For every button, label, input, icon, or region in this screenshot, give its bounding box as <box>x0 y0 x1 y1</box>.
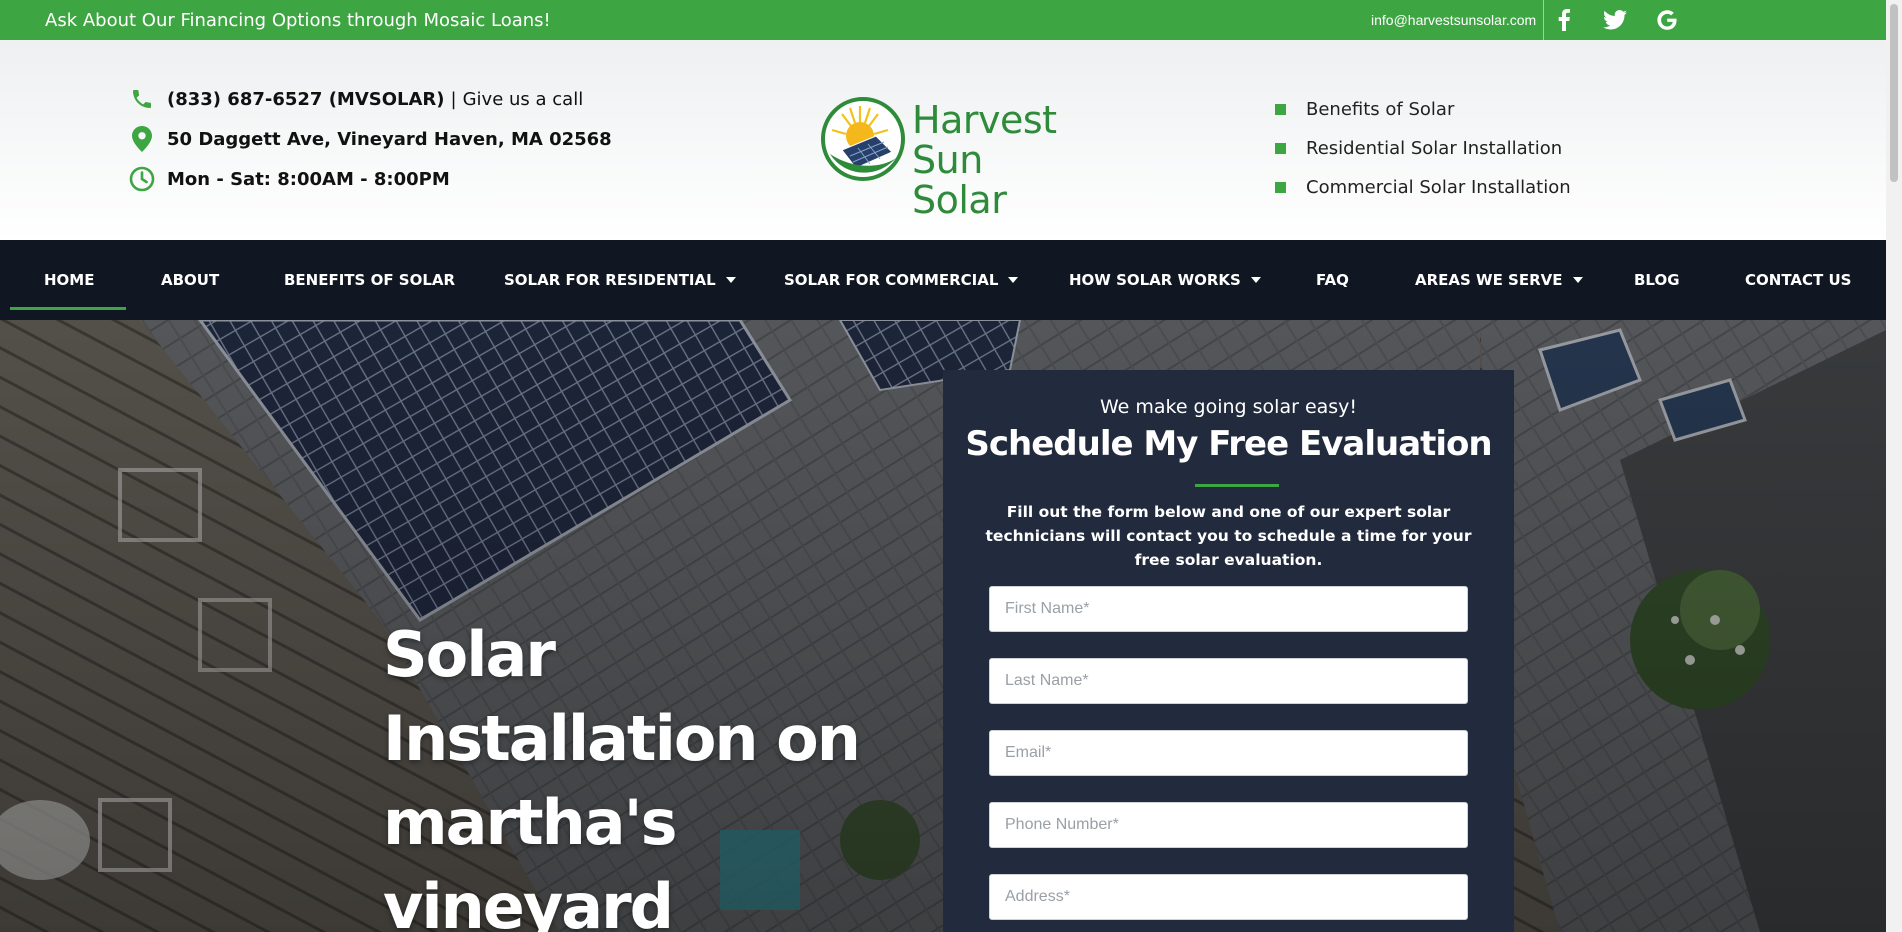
address-text: 50 Daggett Ave, Vineyard Haven, MA 02568 <box>167 128 612 150</box>
heading-underline <box>1195 484 1279 487</box>
nav-label: AREAS WE SERVE <box>1415 271 1563 289</box>
address-input[interactable] <box>989 874 1468 920</box>
bullet-square-icon <box>1275 182 1286 193</box>
quick-link-residential[interactable]: Residential Solar Installation <box>1275 129 1571 168</box>
nav-item-areas-we-serve[interactable]: AREAS WE SERVE <box>1415 271 1583 289</box>
hours-row: Mon - Sat: 8:00AM - 8:00PM <box>129 166 450 192</box>
google-icon[interactable] <box>1655 8 1679 32</box>
nav-item-about[interactable]: ABOUT <box>161 271 219 289</box>
logo-line-1: Harvest <box>912 98 1057 142</box>
sun-panel-logo-icon <box>821 97 905 181</box>
bullet-square-icon <box>1275 143 1286 154</box>
nav-label: SOLAR FOR COMMERCIAL <box>784 271 999 289</box>
phone-subtext: Give us a call <box>462 88 584 110</box>
email-link[interactable]: info@harvestsunsolar.com <box>1371 12 1536 28</box>
quick-link-label: Benefits of Solar <box>1306 99 1455 120</box>
nav-label: FAQ <box>1316 271 1349 289</box>
bullet-square-icon <box>1275 104 1286 115</box>
financing-promo[interactable]: Ask About Our Financing Options through … <box>45 10 551 31</box>
form-heading: Schedule My Free Evaluation <box>965 424 1492 464</box>
nav-item-faq[interactable]: FAQ <box>1316 271 1349 289</box>
email-input[interactable] <box>989 730 1468 776</box>
top-bar: Ask About Our Financing Options through … <box>0 0 1886 40</box>
quick-link-commercial[interactable]: Commercial Solar Installation <box>1275 168 1571 207</box>
phone-separator: | <box>450 88 457 110</box>
nav-item-contact-us[interactable]: CONTACT US <box>1745 271 1851 289</box>
header-quick-links: Benefits of Solar Residential Solar Inst… <box>1275 90 1571 207</box>
clock-icon <box>129 166 155 192</box>
nav-item-how-solar-works[interactable]: HOW SOLAR WORKS <box>1069 271 1261 289</box>
caret-down-icon <box>1008 277 1019 283</box>
nav-item-solar-for-commercial[interactable]: SOLAR FOR COMMERCIAL <box>784 271 1019 289</box>
hero-heading: Solar Installation on martha's vineyard <box>383 613 903 932</box>
logo-wordmark: Harvest Sun Solar <box>912 100 1070 220</box>
nav-label: BENEFITS OF SOLAR <box>284 271 456 289</box>
hero-heading-line-2: martha's vineyard <box>383 786 678 932</box>
site-header: (833) 687-6527 (MVSOLAR) | Give us a cal… <box>0 40 1886 240</box>
page-scrollbar[interactable] <box>1886 0 1902 932</box>
nav-label: SOLAR FOR RESIDENTIAL <box>504 271 716 289</box>
site-logo[interactable]: Harvest Sun Solar <box>820 96 1070 220</box>
facebook-icon[interactable] <box>1552 8 1576 32</box>
main-nav: HOME ABOUT BENEFITS OF SOLAR SOLAR FOR R… <box>0 240 1886 320</box>
nav-item-home[interactable]: HOME <box>44 271 94 289</box>
caret-down-icon <box>725 277 736 283</box>
address-row: 50 Daggett Ave, Vineyard Haven, MA 02568 <box>129 126 612 152</box>
form-description: Fill out the form below and one of our e… <box>985 503 1472 569</box>
phone-icon <box>129 86 155 112</box>
evaluation-form-panel: We make going solar easy! Schedule My Fr… <box>943 370 1514 932</box>
nav-label: HOW SOLAR WORKS <box>1069 271 1241 289</box>
twitter-icon[interactable] <box>1603 8 1627 32</box>
divider <box>1543 0 1544 40</box>
logo-line-2: Sun Solar <box>912 138 1007 222</box>
nav-label: BLOG <box>1634 271 1680 289</box>
nav-item-blog[interactable]: BLOG <box>1634 271 1680 289</box>
scrollbar-thumb[interactable] <box>1890 4 1898 182</box>
nav-item-benefits-of-solar[interactable]: BENEFITS OF SOLAR <box>284 271 455 289</box>
phone-number[interactable]: (833) 687-6527 (MVSOLAR) <box>167 89 445 110</box>
quick-link-label: Residential Solar Installation <box>1306 138 1563 159</box>
hero-heading-line-1: Solar Installation on <box>383 618 861 775</box>
map-pin-icon <box>129 126 155 152</box>
first-name-input[interactable] <box>989 586 1468 632</box>
quick-link-label: Commercial Solar Installation <box>1306 177 1571 198</box>
hours-text: Mon - Sat: 8:00AM - 8:00PM <box>167 168 450 190</box>
last-name-input[interactable] <box>989 658 1468 704</box>
phone-row[interactable]: (833) 687-6527 (MVSOLAR) | Give us a cal… <box>129 86 583 112</box>
phone-input[interactable] <box>989 802 1468 848</box>
caret-down-icon <box>1250 277 1261 283</box>
nav-label: CONTACT US <box>1745 271 1852 289</box>
caret-down-icon <box>1572 277 1583 283</box>
form-tagline: We make going solar easy! <box>1099 396 1358 418</box>
nav-label: ABOUT <box>161 271 220 289</box>
nav-label: HOME <box>44 271 95 289</box>
quick-link-benefits[interactable]: Benefits of Solar <box>1275 90 1571 129</box>
nav-item-solar-for-residential[interactable]: SOLAR FOR RESIDENTIAL <box>504 271 736 289</box>
active-indicator <box>10 307 126 310</box>
